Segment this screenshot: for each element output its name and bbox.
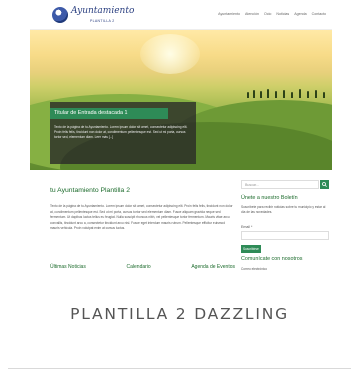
page-title: tu Ayuntamiento Plantilla 2 bbox=[50, 187, 130, 194]
logo-text: Ayuntamiento bbox=[71, 6, 135, 16]
template-card[interactable]: Ayuntamiento PLANTILLA 2 Ayuntamiento At… bbox=[0, 0, 359, 369]
coat-of-arms-icon bbox=[52, 7, 68, 23]
subscribe-label: Suscribirse bbox=[243, 247, 259, 251]
caption-title[interactable]: Titular de Entrada destacada 1 bbox=[54, 110, 128, 116]
site-header: Ayuntamiento PLANTILLA 2 Ayuntamiento At… bbox=[30, 0, 332, 30]
nav-item-contacto[interactable]: Contacto bbox=[312, 12, 326, 16]
caption-text: Texto de la página de tu Ayuntamiento. L… bbox=[54, 125, 188, 140]
contact-title: Comunícate con nosotros bbox=[241, 256, 303, 262]
nav-item-noticias[interactable]: Noticias bbox=[276, 12, 289, 16]
sun-glow bbox=[140, 34, 200, 74]
nav-item-ocio[interactable]: Ocio bbox=[264, 12, 271, 16]
page-body-text: Texto de la página de tu Ayuntamiento. L… bbox=[50, 204, 233, 231]
tree-line bbox=[245, 88, 330, 98]
newsletter-text: Suscríbete para recibir noticias sobre t… bbox=[241, 205, 326, 214]
nav-item-atencion[interactable]: Atención bbox=[245, 12, 259, 16]
email-label: Email * bbox=[241, 225, 253, 229]
search-button[interactable] bbox=[320, 180, 329, 189]
contact-text: Correo electrónico bbox=[241, 267, 268, 271]
search-placeholder: Buscar... bbox=[245, 183, 259, 187]
search-icon bbox=[322, 182, 327, 187]
newsletter-title: Únete a nuestro Boletín bbox=[241, 195, 298, 201]
template-name[interactable]: PLANTILLA 2 DAZZLING bbox=[0, 304, 359, 324]
site-nav: Ayuntamiento Atención Ocio Noticias Agen… bbox=[218, 12, 326, 16]
column-heading-calendar[interactable]: Calendario bbox=[127, 264, 151, 270]
section-columns: Últimas Noticias Calendario Agenda de Ev… bbox=[50, 264, 235, 270]
nav-item-ayuntamiento[interactable]: Ayuntamiento bbox=[218, 12, 240, 16]
subscribe-button[interactable]: Suscribirse bbox=[241, 245, 261, 253]
column-heading-events[interactable]: Agenda de Eventos bbox=[191, 264, 235, 270]
logo-subtitle: PLANTILLA 2 bbox=[90, 19, 115, 23]
nav-item-agenda[interactable]: Agenda bbox=[294, 12, 306, 16]
email-field[interactable] bbox=[241, 231, 329, 240]
template-preview[interactable]: Ayuntamiento PLANTILLA 2 Ayuntamiento At… bbox=[30, 0, 332, 272]
search-input[interactable]: Buscar... bbox=[241, 180, 319, 189]
column-heading-news[interactable]: Últimas Noticias bbox=[50, 264, 86, 270]
